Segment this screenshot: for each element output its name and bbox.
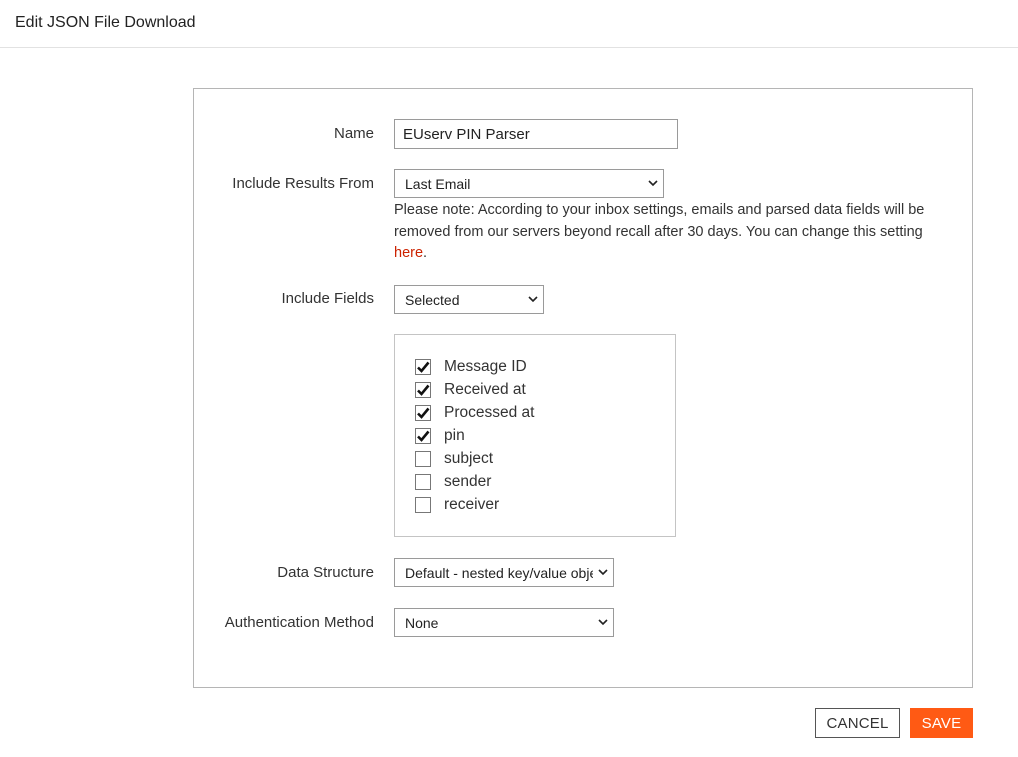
dialog-header: Edit JSON File Download (0, 0, 1018, 48)
field-item[interactable]: pin (415, 426, 465, 446)
field-item[interactable]: subject (415, 449, 493, 469)
checkbox[interactable] (415, 451, 431, 467)
fields-checklist: Message ID Received at Processed at pin … (394, 334, 676, 537)
cancel-button[interactable]: CANCEL (815, 708, 900, 738)
field-item[interactable]: sender (415, 472, 491, 492)
include-results-select[interactable]: Last Email (394, 169, 664, 198)
page-title: Edit JSON File Download (15, 14, 196, 31)
checkmark-icon (417, 361, 430, 373)
chevron-down-icon (643, 170, 663, 197)
include-fields-value: Selected (405, 291, 460, 308)
field-label: Received at (444, 381, 526, 398)
include-fields-select[interactable]: Selected (394, 285, 544, 314)
field-label: sender (444, 473, 492, 490)
name-input[interactable] (394, 119, 678, 149)
retention-note-end: . (423, 245, 428, 261)
field-label: receiver (444, 496, 500, 513)
data-structure-value: Default - nested key/value object (405, 564, 593, 581)
field-label: Message ID (444, 358, 527, 375)
chevron-down-icon (593, 559, 613, 586)
data-structure-label: Data Structure (277, 564, 374, 581)
chevron-down-icon (523, 286, 543, 313)
auth-method-select[interactable]: None (394, 608, 614, 637)
include-results-value: Last Email (405, 175, 471, 192)
form-panel: Name Include Results From Last Email Ple… (193, 88, 973, 688)
checkbox[interactable] (415, 428, 431, 444)
checkmark-icon (417, 430, 430, 442)
data-structure-select[interactable]: Default - nested key/value object (394, 558, 614, 587)
field-label: subject (444, 450, 494, 467)
include-results-label: Include Results From (232, 175, 374, 192)
retention-note-text: Please note: According to your inbox set… (394, 202, 925, 240)
save-button[interactable]: SAVE (910, 708, 973, 738)
field-label: pin (444, 427, 465, 444)
auth-method-label: Authentication Method (224, 614, 374, 631)
include-fields-label: Include Fields (281, 290, 374, 307)
name-label: Name (333, 125, 374, 142)
chevron-down-icon (593, 609, 613, 636)
field-item[interactable]: Message ID (415, 357, 527, 377)
checkbox[interactable] (415, 474, 431, 490)
field-item[interactable]: receiver (415, 495, 499, 515)
checkbox[interactable] (415, 497, 431, 513)
auth-method-value: None (405, 614, 439, 631)
checkmark-icon (417, 407, 430, 419)
settings-link[interactable]: here (394, 245, 423, 261)
checkbox[interactable] (415, 382, 431, 398)
checkbox[interactable] (415, 405, 431, 421)
field-item[interactable]: Processed at (415, 403, 534, 423)
checkmark-icon (417, 384, 430, 396)
retention-note: Please note: According to your inbox set… (394, 200, 954, 265)
checkbox[interactable] (415, 359, 431, 375)
field-item[interactable]: Received at (415, 380, 526, 400)
field-label: Processed at (444, 404, 535, 421)
